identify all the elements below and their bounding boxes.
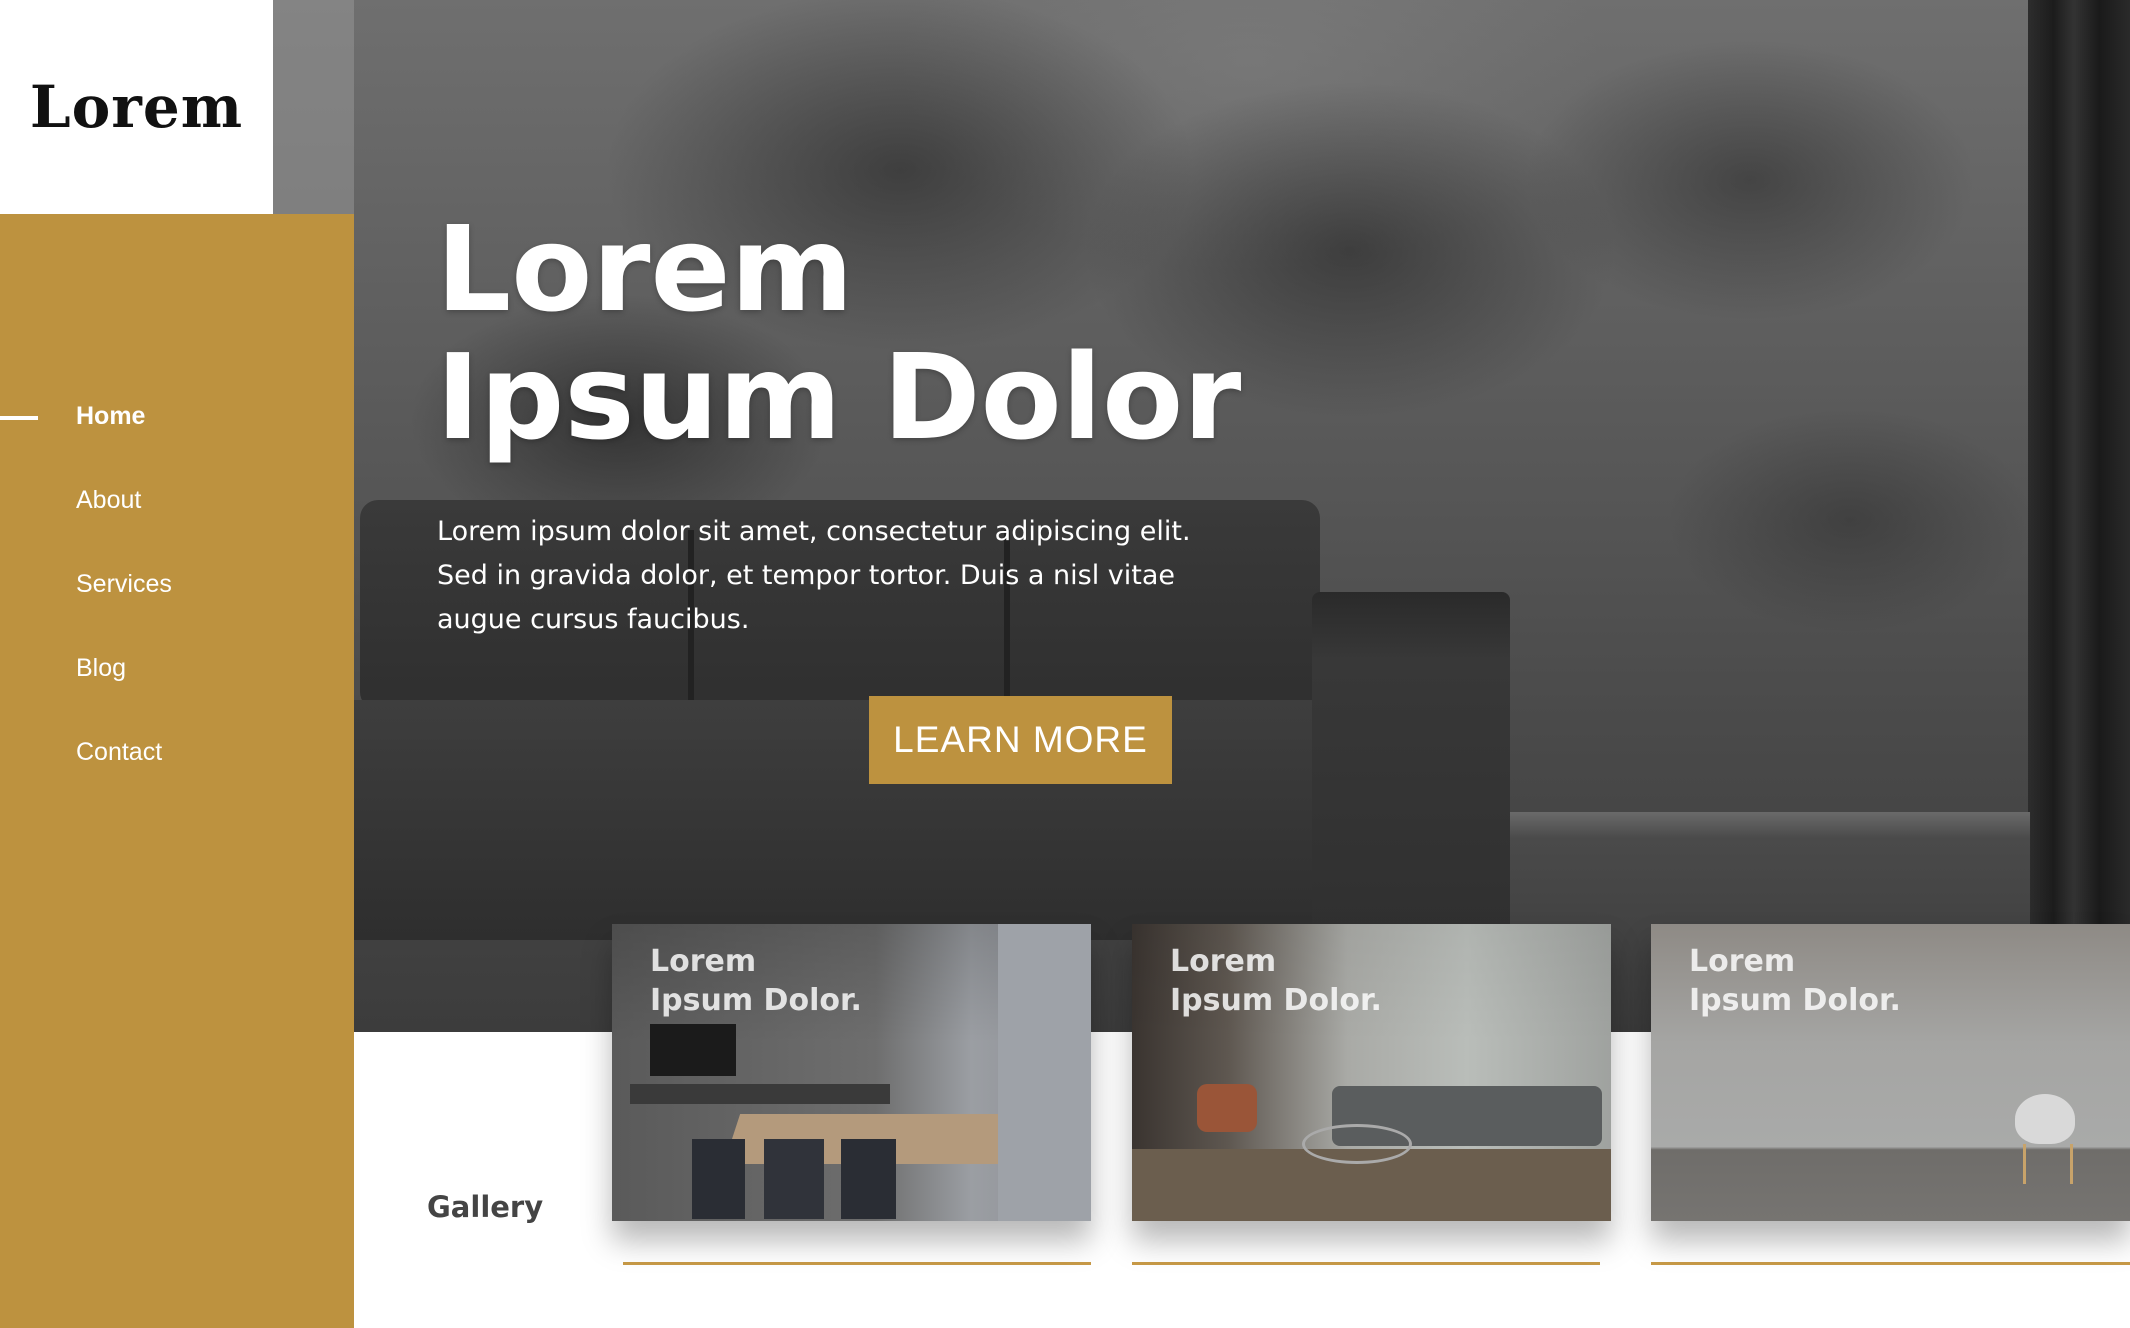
gallery-card-underline xyxy=(1651,1262,2130,1265)
logo-text: Lorem xyxy=(29,73,244,141)
gallery-label: Gallery xyxy=(427,1190,544,1224)
card-image-part xyxy=(630,1084,890,1104)
gallery-card-underline xyxy=(1132,1262,1600,1265)
learn-more-button[interactable]: LEARN MORE xyxy=(869,696,1172,784)
card-title-line-1: Lorem xyxy=(650,944,757,979)
nav-item-services[interactable]: Services xyxy=(0,554,354,638)
card-image-part xyxy=(998,924,1091,1221)
active-indicator xyxy=(0,416,38,420)
curtain-image-part xyxy=(2028,0,2130,1032)
card-image-part xyxy=(1197,1084,1257,1132)
nav-item-contact[interactable]: Contact xyxy=(0,722,354,806)
gallery-card-title: Lorem Ipsum Dolor. xyxy=(1689,942,1901,1020)
page: Lorem Home About Services Blog Contact L… xyxy=(0,0,2130,1328)
card-title-line-1: Lorem xyxy=(1689,944,1796,979)
hero-description: Lorem ipsum dolor sit amet, consectetur … xyxy=(437,516,1191,635)
sidebar: Home About Services Blog Contact xyxy=(0,214,354,1328)
hero-title-line-1: Lorem xyxy=(436,200,854,338)
nav-item-label: About xyxy=(76,486,142,514)
gallery-card-title: Lorem Ipsum Dolor. xyxy=(650,942,862,1020)
gallery-card-3[interactable]: Lorem Ipsum Dolor. xyxy=(1651,924,2130,1221)
card-title-line-2: Ipsum Dolor. xyxy=(650,983,862,1018)
gallery-card-title: Lorem Ipsum Dolor. xyxy=(1170,942,1382,1020)
nav-item-about[interactable]: About xyxy=(0,470,354,554)
logo[interactable]: Lorem xyxy=(0,0,273,214)
card-image-part xyxy=(650,1024,736,1076)
card-title-line-2: Ipsum Dolor. xyxy=(1689,983,1901,1018)
nav-item-label: Services xyxy=(76,570,172,598)
gallery-card-2[interactable]: Lorem Ipsum Dolor. xyxy=(1132,924,1611,1221)
main-nav: Home About Services Blog Contact xyxy=(0,386,354,806)
nav-item-home[interactable]: Home xyxy=(0,386,354,470)
logo-side-strip xyxy=(273,0,354,214)
gallery-card-underline xyxy=(623,1262,1091,1265)
card-image-part xyxy=(2023,1144,2073,1184)
sofa-arm-image-part xyxy=(1312,592,1510,932)
hero-title-line-2: Ipsum Dolor xyxy=(436,328,1242,466)
gallery-card-1[interactable]: Lorem Ipsum Dolor. xyxy=(612,924,1091,1221)
nav-item-blog[interactable]: Blog xyxy=(0,638,354,722)
card-image-part xyxy=(2015,1094,2075,1144)
nav-item-label: Contact xyxy=(76,738,163,766)
card-title-line-2: Ipsum Dolor. xyxy=(1170,983,1382,1018)
hero-title: Lorem Ipsum Dolor xyxy=(436,205,1241,461)
card-image-part xyxy=(692,1139,932,1219)
card-image-part xyxy=(1302,1124,1412,1164)
card-title-line-1: Lorem xyxy=(1170,944,1277,979)
nav-item-label: Home xyxy=(76,402,146,430)
nav-item-label: Blog xyxy=(76,654,127,682)
